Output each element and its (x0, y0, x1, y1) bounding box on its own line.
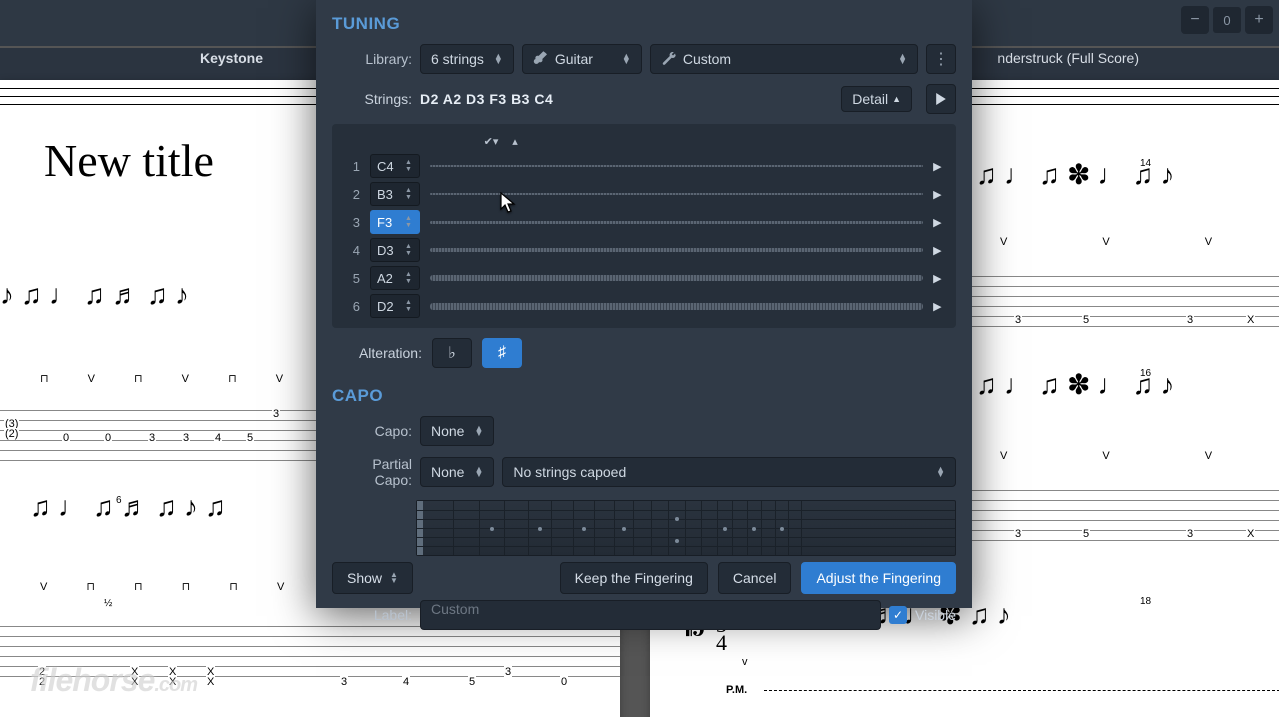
visible-label: Visible (915, 607, 956, 623)
guitar-icon (533, 51, 549, 67)
visible-checkbox[interactable] (889, 606, 907, 624)
display-label-label: Label: (332, 607, 412, 623)
library-label: Library: (332, 51, 412, 67)
string-note-stepper[interactable]: F3 (370, 210, 420, 234)
string-number: 2 (342, 187, 360, 202)
detail-toggle-button[interactable]: Detail▲ (841, 86, 912, 112)
string-gauge-slider[interactable]: ▶ (430, 271, 946, 285)
show-menu-button[interactable]: Show ▲▼ (332, 562, 413, 594)
string-row: 4 D3 ▶ (332, 236, 956, 264)
string-gauge-slider[interactable]: ▶ (430, 215, 946, 229)
string-number: 3 (342, 215, 360, 230)
play-icon (935, 93, 947, 105)
tuning-more-button[interactable] (926, 44, 956, 74)
string-number: 1 (342, 159, 360, 174)
tuning-dialog: TUNING Library: 6 strings Guitar Custom … (316, 0, 972, 608)
play-string-button[interactable]: ▶ (929, 213, 946, 231)
doc-tab-left[interactable]: Keystone (200, 50, 263, 66)
flat-button[interactable]: ♭ (432, 338, 472, 368)
capo-section-title: CAPO (316, 372, 972, 412)
wrench-icon (661, 51, 677, 67)
string-gauge-slider[interactable]: ▶ (430, 159, 946, 173)
string-note-stepper[interactable]: C4 (370, 154, 420, 178)
shift-all-down-button[interactable]: ✔︎▾ (482, 132, 500, 150)
tuning-preset-select[interactable]: Custom (650, 44, 918, 74)
instrument-select[interactable]: Guitar (522, 44, 642, 74)
stepper-arrows-icon[interactable] (405, 239, 417, 261)
page-title: New title (44, 134, 214, 187)
partial-capo-label: Partial Capo: (332, 456, 412, 488)
play-string-button[interactable]: ▶ (929, 269, 946, 287)
play-string-button[interactable]: ▶ (929, 157, 946, 175)
stepper-arrows-icon[interactable] (405, 211, 417, 233)
stepper-arrows-icon[interactable] (405, 183, 417, 205)
partial-capo-strings-select[interactable]: No strings capoed (502, 457, 956, 487)
fretboard-display[interactable] (416, 500, 956, 556)
string-row: 3 F3 ▶ (332, 208, 956, 236)
cancel-button[interactable]: Cancel (718, 562, 792, 594)
stepper-arrows-icon[interactable] (405, 295, 417, 317)
string-gauge-slider[interactable]: ▶ (430, 187, 946, 201)
watermark: filehorse.com (30, 662, 197, 699)
string-note-stepper[interactable]: D2 (370, 294, 420, 318)
doc-tab-right[interactable]: nderstruck (Full Score) (997, 50, 1139, 66)
string-row: 6 D2 ▶ (332, 292, 956, 320)
string-number: 6 (342, 299, 360, 314)
string-note-stepper[interactable]: B3 (370, 182, 420, 206)
tuning-section-title: TUNING (316, 0, 972, 40)
shift-all-up-button[interactable]: ▴ (506, 132, 524, 150)
capo-label: Capo: (332, 423, 412, 439)
string-row: 5 A2 ▶ (332, 264, 956, 292)
string-note-stepper[interactable]: D3 (370, 238, 420, 262)
strings-table: ✔︎▾ ▴ 1 C4 ▶ 2 B3 ▶ 3 F3 ▶ 4 D3 ▶ 5 A2 ▶ 6 D2 ▶ (332, 124, 956, 328)
play-string-button[interactable]: ▶ (929, 185, 946, 203)
keep-fingering-button[interactable]: Keep the Fingering (560, 562, 708, 594)
stepper-arrows-icon[interactable] (405, 267, 417, 289)
string-row: 2 B3 ▶ (332, 180, 956, 208)
string-number: 4 (342, 243, 360, 258)
string-number: 5 (342, 271, 360, 286)
adjust-fingering-button[interactable]: Adjust the Fingering (801, 562, 956, 594)
string-note-stepper[interactable]: A2 (370, 266, 420, 290)
play-string-button[interactable]: ▶ (929, 297, 946, 315)
library-select[interactable]: 6 strings (420, 44, 514, 74)
strings-summary-text: D2 A2 D3 F3 B3 C4 (420, 91, 553, 107)
string-gauge-slider[interactable]: ▶ (430, 299, 946, 313)
alteration-label: Alteration: (332, 345, 422, 361)
strings-label: Strings: (332, 91, 412, 107)
play-all-strings-button[interactable] (926, 84, 956, 114)
capo-select[interactable]: None (420, 416, 494, 446)
stepper-arrows-icon[interactable] (405, 155, 417, 177)
play-string-button[interactable]: ▶ (929, 241, 946, 259)
string-gauge-slider[interactable]: ▶ (430, 243, 946, 257)
topbar-minus-button[interactable]: − (1181, 6, 1209, 34)
partial-capo-select[interactable]: None (420, 457, 494, 487)
sharp-button[interactable]: ♯ (482, 338, 522, 368)
string-row: 1 C4 ▶ (332, 152, 956, 180)
topbar-plus-button[interactable]: + (1245, 6, 1273, 34)
topbar-value[interactable]: 0 (1213, 7, 1241, 33)
